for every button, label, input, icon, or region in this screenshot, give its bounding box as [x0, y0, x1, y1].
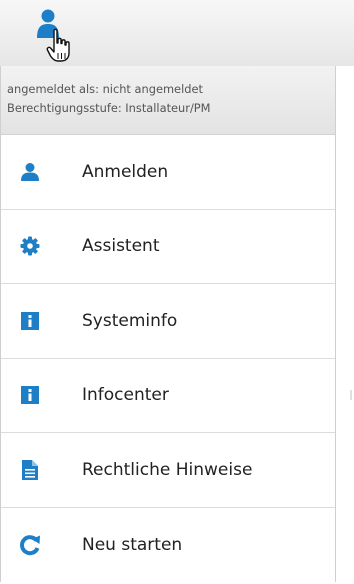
menu-item-label: Anmelden — [82, 161, 169, 182]
menu-item-label: Systeminfo — [82, 310, 178, 331]
hand-pointer-icon — [46, 28, 72, 64]
logged-in-as-text: angemeldet als: nicht angemeldet — [7, 82, 203, 96]
menu-item-label: Neu starten — [82, 534, 183, 555]
refresh-icon — [18, 533, 42, 557]
menu-item-systeminfo[interactable]: Systeminfo — [1, 284, 335, 359]
info-icon — [18, 309, 42, 333]
info-icon — [18, 383, 42, 407]
gear-icon — [18, 234, 42, 258]
menu-item-infocenter[interactable]: Infocenter — [1, 358, 335, 433]
document-icon — [18, 458, 42, 482]
login-info-panel: angemeldet als: nicht angemeldet Berecht… — [1, 66, 335, 135]
menu-item-assistent[interactable]: Assistent — [1, 209, 335, 284]
top-bar — [0, 0, 354, 66]
menu-item-label: Rechtliche Hinweise — [82, 459, 253, 480]
user-icon — [18, 160, 42, 184]
user-dropdown-menu: angemeldet als: nicht angemeldet Berecht… — [0, 66, 336, 582]
menu-item-neu-starten[interactable]: Neu starten — [1, 507, 335, 582]
menu-item-label: Infocenter — [82, 385, 169, 406]
menu-item-rechtliche-hinweise[interactable]: Rechtliche Hinweise — [1, 433, 335, 508]
menu-item-anmelden[interactable]: Anmelden — [1, 135, 335, 210]
menu-item-label: Assistent — [82, 236, 160, 257]
permission-level-text: Berechtigungsstufe: Installateur/PM — [7, 101, 211, 115]
background-divider — [350, 390, 352, 400]
